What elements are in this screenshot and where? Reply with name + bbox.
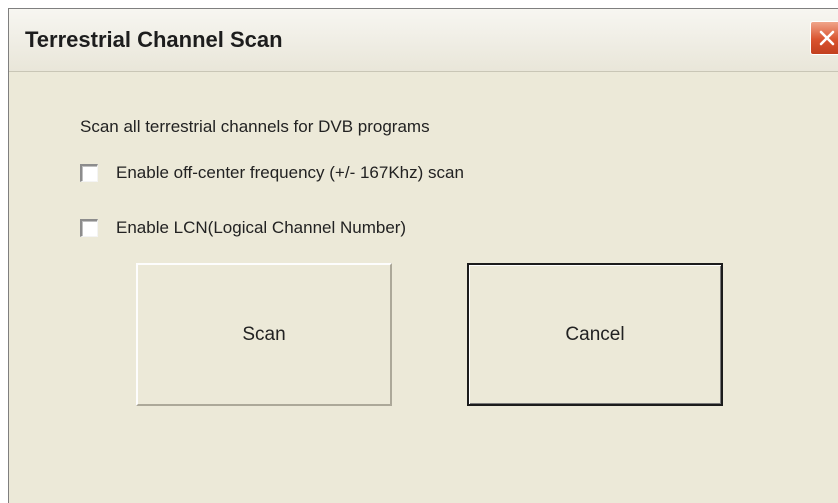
off-center-frequency-option[interactable]: Enable off-center frequency (+/- 167Khz)… — [80, 163, 464, 183]
scan-dialog: Terrestrial Channel Scan Scan all terres… — [8, 8, 838, 503]
off-center-frequency-label: Enable off-center frequency (+/- 167Khz)… — [116, 163, 464, 182]
lcn-label: Enable LCN(Logical Channel Number) — [116, 218, 407, 237]
scan-button-label: Scan — [242, 323, 286, 345]
cancel-button[interactable]: Cancel — [467, 263, 723, 406]
title-bar[interactable]: Terrestrial Channel Scan — [9, 9, 838, 72]
cancel-button-label: Cancel — [565, 323, 625, 345]
scan-button[interactable]: Scan — [136, 263, 392, 406]
close-button[interactable] — [810, 21, 838, 55]
close-icon — [819, 30, 835, 46]
dialog-title: Terrestrial Channel Scan — [25, 27, 283, 52]
lcn-checkbox[interactable] — [80, 219, 98, 237]
off-center-frequency-checkbox[interactable] — [80, 164, 98, 182]
scan-description: Scan all terrestrial channels for DVB pr… — [80, 117, 430, 136]
dialog-content: Scan all terrestrial channels for DVB pr… — [9, 72, 838, 503]
lcn-option[interactable]: Enable LCN(Logical Channel Number) — [80, 218, 406, 238]
